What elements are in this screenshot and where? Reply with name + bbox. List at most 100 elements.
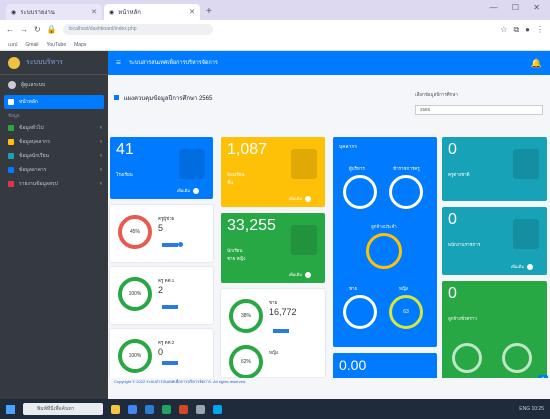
star-icon[interactable]: ☆ bbox=[500, 25, 507, 35]
more-info-link[interactable]: เพิ่มเติม bbox=[289, 195, 311, 202]
browser-tab-active[interactable]: ◉ หน้าหลัก ✕ bbox=[104, 4, 200, 20]
file-explorer-icon[interactable] bbox=[111, 404, 120, 414]
stat-box: 45% ครูผู้ช่วย 5 bbox=[110, 205, 213, 262]
ring-percent: 62% bbox=[240, 359, 251, 365]
card-label: นักเรียน bbox=[227, 248, 243, 253]
sidebar-item-general[interactable]: ข้อมูลทั่วไป ‹ bbox=[0, 121, 108, 135]
window-controls[interactable]: — ☐ ✕ bbox=[490, 3, 546, 12]
arrow-circle-icon bbox=[193, 187, 199, 194]
more-label: เพิ่มเติม bbox=[176, 188, 190, 193]
sidebar-item-buildings[interactable]: ข้อมูลอาคาร ‹ bbox=[0, 163, 108, 177]
browser-tab[interactable]: ◉ ระบบรายงาน ✕ bbox=[6, 4, 102, 20]
hamburger-icon[interactable]: ☰ bbox=[116, 60, 121, 66]
stat-box: 100% ครู คศ.1 2 bbox=[110, 267, 213, 324]
temp-ring bbox=[502, 343, 532, 373]
sidebar-item-label: ข้อมูลบุคลากร bbox=[19, 139, 50, 145]
settings-icon[interactable] bbox=[196, 404, 205, 414]
tab-title: หน้าหลัก bbox=[118, 10, 141, 16]
extension-icon[interactable]: ⧉ bbox=[513, 25, 519, 35]
card-sublabel: ชั้น bbox=[227, 180, 234, 185]
progress-ring: 100% bbox=[118, 277, 152, 311]
tab-favicon-icon: ◉ bbox=[11, 9, 17, 16]
reload-icon[interactable]: ↻ bbox=[34, 25, 41, 34]
year-select[interactable]: 2565 bbox=[415, 105, 543, 115]
chrome-icon[interactable] bbox=[128, 404, 137, 414]
browser-tab-bar: ◉ ระบบรายงาน ✕ ◉ หน้าหลัก ✕ + — ☐ ✕ bbox=[0, 0, 550, 20]
card-value: 1,087 bbox=[227, 141, 268, 158]
back-icon[interactable]: ← bbox=[6, 25, 14, 34]
sidebar-item-reports[interactable]: รายงานข้อมูลสรุป ‹ bbox=[0, 177, 108, 191]
system-tray[interactable]: ENG 10:25 bbox=[519, 406, 544, 412]
chevron-left-icon: ‹ bbox=[100, 167, 102, 173]
panel-ring-label: ลูกจ้างประจำ bbox=[371, 224, 397, 229]
forward-icon[interactable]: → bbox=[20, 25, 28, 34]
arrow-circle-icon bbox=[305, 195, 311, 202]
sidebar-item-personnel[interactable]: ข้อมูลบุคลากร ‹ bbox=[0, 135, 108, 149]
more-info-link[interactable]: เพิ่มเติม bbox=[511, 263, 533, 270]
dashboard-icon bbox=[114, 95, 119, 100]
store-icon[interactable] bbox=[213, 404, 222, 414]
student-icon bbox=[291, 225, 317, 255]
personnel-ring: 63 bbox=[389, 295, 423, 329]
card-label: โรงเรียน bbox=[116, 172, 133, 177]
sidebar-item-label: หน้าหลัก bbox=[19, 99, 38, 105]
stat-value: 0 bbox=[158, 347, 164, 357]
progress-ring: 62% bbox=[229, 345, 263, 379]
lock-icon: 🔒 bbox=[46, 25, 57, 34]
personnel-panel: บุคลากร ผู้บริหาร ข้าราชการครู ลูกจ้างปร… bbox=[333, 137, 437, 347]
home-icon bbox=[8, 99, 14, 105]
classrooms-card: 1,087 ห้องเรียน ชั้น เพิ่มเติม bbox=[221, 137, 325, 207]
close-tab-icon[interactable]: ✕ bbox=[189, 8, 195, 16]
schools-card: 41 โรงเรียน เพิ่มเติม bbox=[110, 137, 213, 199]
card-label: ครูต่างชาติ bbox=[448, 172, 470, 177]
stat-label: หญิง bbox=[269, 350, 278, 355]
building-icon bbox=[8, 167, 14, 173]
brand-logo-icon bbox=[8, 56, 20, 69]
classroom-icon bbox=[291, 149, 317, 179]
address-bar-row: ← → ↻ 🔒 localhost/dashboard/index.php ☆ … bbox=[0, 20, 550, 39]
chevron-left-icon: ‹ bbox=[100, 181, 102, 187]
stat-value: 16,772 bbox=[269, 307, 297, 317]
bookmark-item[interactable]: แอป bbox=[8, 41, 17, 49]
new-tab-icon[interactable]: + bbox=[206, 4, 212, 20]
tab-favicon-icon: ◉ bbox=[109, 9, 115, 16]
top-navbar: ☰ ระบบสารสนเทศเพื่อการบริหารจัดการ 🔔 bbox=[108, 51, 550, 75]
card-value: 0 bbox=[448, 285, 457, 302]
url-field[interactable]: localhost/dashboard/index.php bbox=[62, 24, 213, 35]
panel-ring-label: ชาย bbox=[349, 286, 358, 291]
profile-icon[interactable]: ● bbox=[525, 25, 530, 35]
temp-staff-card: 0 ลูกจ้างชั่วคราว bbox=[442, 281, 547, 379]
stat-bar bbox=[162, 361, 178, 365]
stat-label: ครูผู้ช่วย bbox=[158, 216, 175, 221]
sidebar-item-label: ข้อมูลทั่วไป bbox=[19, 125, 44, 131]
menu-dots-icon[interactable]: ⋮ bbox=[536, 25, 544, 35]
ring-percent: 100% bbox=[128, 353, 142, 359]
close-tab-icon[interactable]: ✕ bbox=[91, 8, 97, 16]
excel-icon[interactable] bbox=[162, 404, 171, 414]
bell-icon[interactable]: 🔔 bbox=[531, 58, 542, 69]
stat-dot-icon bbox=[178, 242, 183, 247]
sidebar-item-home[interactable]: หน้าหลัก bbox=[4, 95, 104, 109]
windows-start-icon[interactable] bbox=[6, 404, 15, 414]
more-info-link[interactable]: เพิ่มเติม bbox=[177, 187, 199, 194]
user-panel[interactable]: ผู้ดูแลระบบ bbox=[0, 75, 108, 95]
panel-ring-label: ข้าราชการครู bbox=[393, 166, 420, 171]
panel-ring-label: ผู้บริหาร bbox=[349, 166, 365, 171]
word-icon[interactable] bbox=[145, 404, 154, 414]
personnel-ring bbox=[343, 175, 377, 209]
ring-percent: 38% bbox=[240, 313, 251, 319]
chevron-left-icon: ‹ bbox=[100, 125, 102, 131]
more-info-link[interactable]: เพิ่มเติม bbox=[289, 271, 311, 278]
staff-card: 0 พนักงานราชการ เพิ่มเติม bbox=[442, 207, 547, 275]
bookmark-item[interactable]: YouTube bbox=[46, 42, 66, 48]
taskbar-search[interactable]: พิมพ์ที่นี่เพื่อค้นหา bbox=[23, 403, 103, 415]
ring-percent: 45% bbox=[129, 229, 140, 235]
bookmark-item[interactable]: Gmail bbox=[25, 42, 38, 48]
sidebar-item-students[interactable]: ข้อมูลนักเรียน ‹ bbox=[0, 149, 108, 163]
bookmark-item[interactable]: Maps bbox=[74, 42, 86, 48]
temp-ring bbox=[452, 343, 482, 373]
ring-value: 63 bbox=[403, 309, 409, 315]
powerpoint-icon[interactable] bbox=[179, 404, 188, 414]
progress-ring: 45% bbox=[118, 215, 152, 249]
brand[interactable]: ระบบบริหาร bbox=[0, 51, 108, 75]
